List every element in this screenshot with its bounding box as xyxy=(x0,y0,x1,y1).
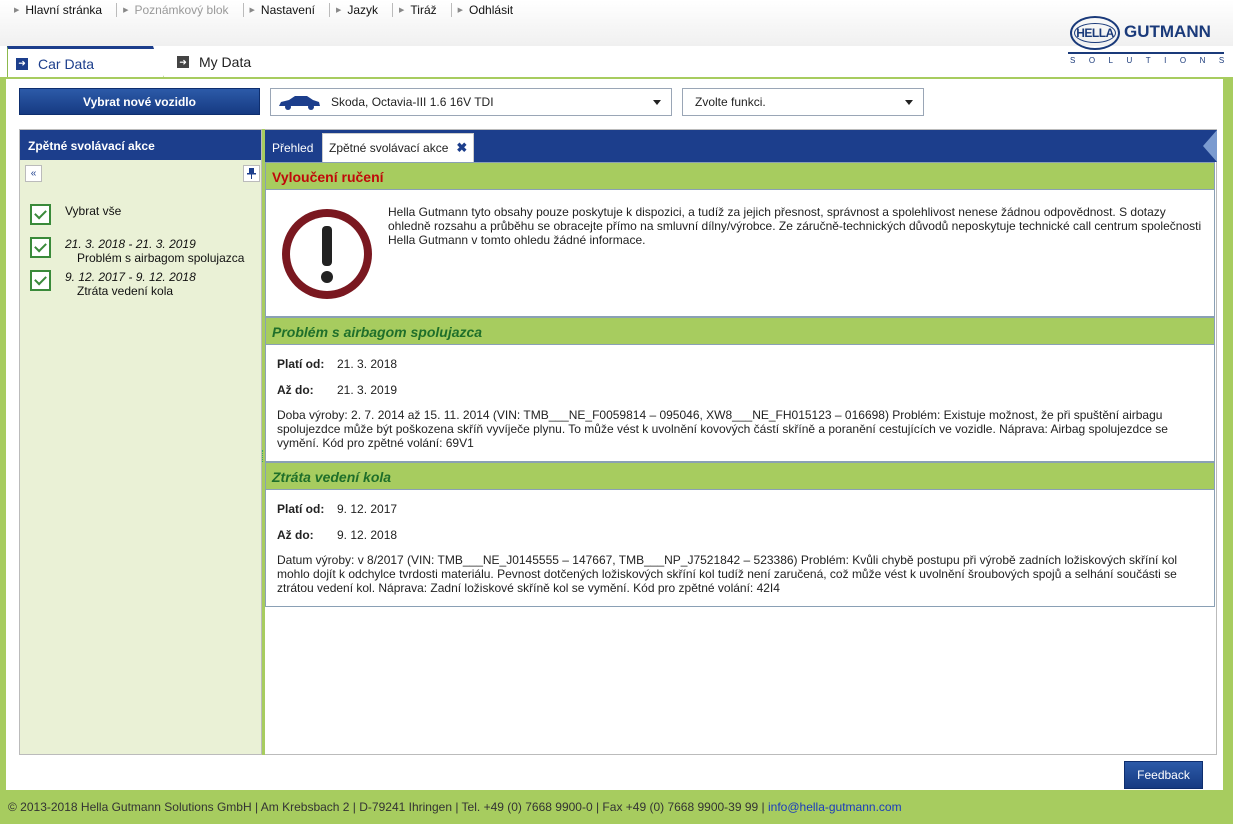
recall-title-2: Ztráta vedení kola xyxy=(266,462,1214,490)
select-all-checkbox[interactable] xyxy=(30,204,51,225)
tab-recalls[interactable]: Zpětné svolávací akce ✖ xyxy=(322,133,474,162)
arrow-icon: ▶ xyxy=(249,7,255,14)
recall-from-2: Platí od: 9. 12. 2017 xyxy=(277,502,398,516)
pin-glyph xyxy=(247,168,256,179)
recall-to-1: Až do: 21. 3. 2019 xyxy=(277,383,398,397)
panel-title: Zpětné svolávací akce xyxy=(20,130,261,160)
disclaimer-section: Vyloučení ručení Hella Gutmann tyto obsa… xyxy=(265,162,1215,317)
tab-overview[interactable]: Přehled xyxy=(267,133,319,162)
recall-checkbox-1[interactable] xyxy=(30,237,51,258)
menu-home[interactable]: ▶ Hlavní stránka xyxy=(8,3,118,17)
close-icon[interactable]: ✖ xyxy=(456,140,467,156)
content-panel: Přehled Zpětné svolávací akce ✖ Vyloučen… xyxy=(265,129,1217,755)
arrow-icon: ▶ xyxy=(123,7,129,14)
hella-oval: HELLA xyxy=(1070,16,1120,50)
recall-description-2: Datum výroby: v 8/2017 (VIN: TMB___NE_J0… xyxy=(277,553,1178,595)
content-tabs: Přehled Zpětné svolávací akce ✖ xyxy=(265,130,1217,162)
collapse-icon[interactable]: « xyxy=(25,165,42,182)
recall-section-2: Ztráta vedení kola Platí od: 9. 12. 2017 … xyxy=(265,462,1215,607)
recall-section-1: Problém s airbagom spolujazca Platí od: 2… xyxy=(265,317,1215,462)
tab-recalls-label: Zpětné svolávací akce xyxy=(329,141,449,155)
recall-checkbox-2[interactable] xyxy=(30,270,51,291)
footer-text: © 2013-2018 Hella Gutmann Solutions GmbH… xyxy=(8,800,768,814)
disclaimer-title: Vyloučení ručení xyxy=(266,162,1214,190)
arrow-right-icon: ➜ xyxy=(177,56,189,68)
menu-language[interactable]: ▶ Jazyk xyxy=(330,3,394,17)
recall-label-1: Problém s airbagom spolujazca xyxy=(77,251,245,265)
warning-icon xyxy=(282,209,372,299)
top-navigation: ▶ Hlavní stránka ▶ Poznámkový blok ▶ Nastav… xyxy=(0,0,1233,46)
arrow-icon: ▶ xyxy=(335,7,342,14)
footer-email-link[interactable]: info@hella-gutmann.com xyxy=(768,800,902,814)
panel-tools: « xyxy=(23,165,260,187)
arrow-icon: ▶ xyxy=(14,7,20,14)
function-select[interactable]: Zvolte funkci. xyxy=(682,88,924,116)
recall-from-1: Platí od: 21. 3. 2018 xyxy=(277,357,398,371)
main-tabbar: ➜ Car Data ➜ My Data xyxy=(0,46,1233,78)
recall-title-1: Problém s airbagom spolujazca xyxy=(266,317,1214,345)
main-menu: ▶ Hlavní stránka ▶ Poznámkový blok ▶ Nastav… xyxy=(8,3,527,17)
logo-brand: GUTMANN xyxy=(1124,22,1211,41)
recall-dates-2: 9. 12. 2017 - 9. 12. 2018 xyxy=(65,270,196,284)
vehicle-select-value: Skoda, Octavia-III 1.6 16V TDI xyxy=(331,95,494,109)
select-all-label: Vybrat vše xyxy=(65,204,122,218)
menu-settings[interactable]: ▶ Nastavení xyxy=(244,3,330,17)
vehicle-select[interactable]: Skoda, Octavia-III 1.6 16V TDI xyxy=(270,88,672,116)
disclaimer-text: Hella Gutmann tyto obsahy pouze poskytuj… xyxy=(388,205,1202,247)
menu-imprint[interactable]: ▶ Tiráž xyxy=(393,3,452,17)
recall-to-2: Až do: 9. 12. 2018 xyxy=(277,528,398,542)
menu-notebook: ▶ Poznámkový blok xyxy=(117,3,244,17)
recall-label-2: Ztráta vedení kola xyxy=(77,284,174,298)
arrow-icon: ▶ xyxy=(457,7,464,14)
pin-icon[interactable] xyxy=(243,165,260,182)
function-select-value: Zvolte funkci. xyxy=(695,95,766,109)
corner-decoration xyxy=(1203,130,1217,162)
chevron-down-icon xyxy=(905,100,913,105)
tab-my-data[interactable]: ➜ My Data xyxy=(172,46,292,78)
menu-logout[interactable]: ▶ Odhlásit xyxy=(452,3,527,17)
arrow-right-icon: ➜ xyxy=(16,57,28,70)
footer: © 2013-2018 Hella Gutmann Solutions GmbH… xyxy=(8,800,902,814)
recall-dates-1: 21. 3. 2018 - 21. 3. 2019 xyxy=(65,237,196,251)
arrow-icon: ▶ xyxy=(399,7,405,14)
select-new-vehicle-button[interactable]: Vybrat nové vozidlo xyxy=(19,88,260,115)
chevron-down-icon xyxy=(653,100,661,105)
recall-filter-panel: Zpětné svolávací akce « Vybrat vše 21. 3… xyxy=(19,129,262,755)
feedback-button[interactable]: Feedback xyxy=(1124,761,1203,789)
tab-car-data[interactable]: ➜ Car Data xyxy=(7,46,164,78)
recall-description-1: Doba výroby: 2. 7. 2014 až 15. 11. 2014 … xyxy=(277,408,1168,450)
car-icon xyxy=(279,96,320,110)
